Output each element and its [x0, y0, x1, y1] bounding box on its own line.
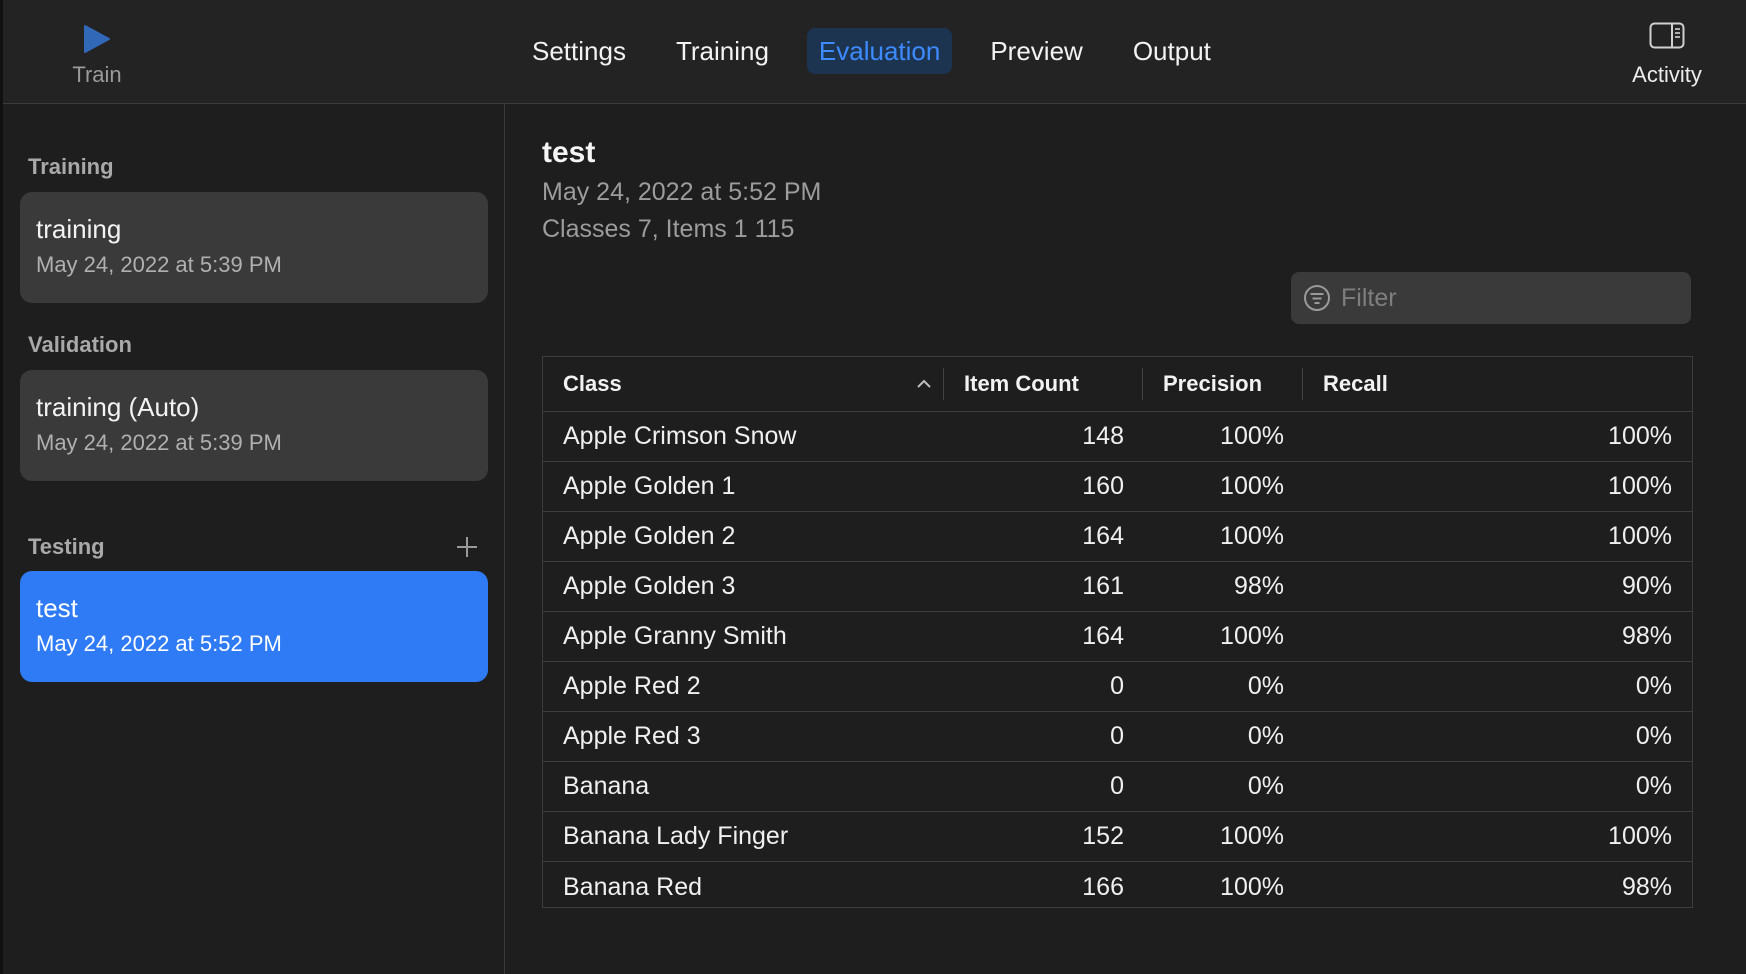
add-testing-data-button[interactable] [452, 532, 482, 562]
cell-item-count: 164 [1082, 522, 1124, 550]
cell-class: Apple Golden 2 [563, 522, 736, 550]
cell-item-count: 161 [1082, 572, 1124, 600]
evaluation-date: May 24, 2022 at 5:52 PM [542, 178, 822, 206]
cell-precision: 100% [1220, 472, 1284, 500]
column-header-item-count[interactable]: Item Count [943, 368, 1142, 400]
table-row[interactable]: Apple Golden 1 160 100% 100% [543, 462, 1692, 512]
cell-recall: 100% [1608, 522, 1672, 550]
section-header-validation: Validation [28, 332, 132, 357]
play-icon [84, 25, 110, 53]
tab-training[interactable]: Training [664, 28, 781, 74]
cell-precision: 0% [1247, 722, 1284, 750]
sidebar-item-date: May 24, 2022 at 5:52 PM [36, 631, 282, 656]
column-header-recall[interactable]: Recall [1302, 368, 1692, 400]
results-table: Class Item Count Precision Recall Apple … [542, 356, 1693, 908]
cell-item-count: 148 [1082, 422, 1124, 450]
cell-precision: 0% [1247, 772, 1284, 800]
toolbar: Train Settings Training Evaluation Previ… [0, 0, 1746, 104]
cell-precision: 100% [1220, 422, 1284, 450]
cell-recall: 90% [1621, 572, 1672, 600]
tab-bar: Settings Training Evaluation Preview Out… [520, 28, 1249, 74]
filter-icon [1304, 285, 1330, 311]
cell-item-count: 152 [1082, 822, 1124, 850]
cell-recall: 100% [1608, 472, 1672, 500]
cell-item-count: 160 [1082, 472, 1124, 500]
cell-item-count: 0 [1110, 672, 1124, 700]
table-row[interactable]: Apple Granny Smith 164 100% 98% [543, 612, 1692, 662]
evaluation-summary: Classes 7, Items 1 115 [542, 215, 795, 243]
cell-recall: 100% [1608, 422, 1672, 450]
cell-precision: 98% [1233, 572, 1284, 600]
tab-evaluation[interactable]: Evaluation [806, 28, 953, 74]
sidebar-item-date: May 24, 2022 at 5:39 PM [36, 252, 282, 277]
cell-precision: 100% [1220, 522, 1284, 550]
cell-class: Banana Red [563, 872, 703, 901]
sidebar-item-title: training (Auto) [36, 392, 200, 422]
table-row[interactable]: Banana Lady Finger 152 100% 100% [543, 812, 1692, 862]
cell-class: Apple Crimson Snow [563, 422, 797, 450]
app-window: Train Settings Training Evaluation Previ… [0, 0, 1746, 974]
cell-class: Apple Golden 1 [563, 472, 736, 500]
train-label: Train [72, 62, 122, 87]
tab-output[interactable]: Output [1121, 28, 1223, 74]
page-title: test [542, 136, 596, 169]
column-header-precision[interactable]: Precision [1142, 368, 1302, 400]
cell-recall: 98% [1621, 872, 1672, 901]
table-row[interactable]: Apple Golden 3 161 98% 90% [543, 562, 1692, 612]
table-row[interactable]: Apple Crimson Snow 148 100% 100% [543, 412, 1692, 462]
column-header-label: Class [563, 371, 622, 396]
sidebar: Training training May 24, 2022 at 5:39 P… [0, 0, 505, 974]
train-button[interactable]: Train [60, 18, 134, 94]
sidebar-item-test[interactable]: test May 24, 2022 at 5:52 PM [20, 571, 488, 682]
cell-recall: 0% [1635, 722, 1672, 750]
cell-precision: 0% [1247, 672, 1284, 700]
filter-input[interactable] [1339, 282, 1691, 314]
sidebar-item-title: training [36, 214, 122, 244]
sidebar-toggle-icon [1649, 22, 1685, 49]
sidebar-item-title: test [36, 593, 78, 623]
tab-preview[interactable]: Preview [978, 28, 1094, 74]
table-row[interactable]: Apple Red 2 0 0% 0% [543, 662, 1692, 712]
cell-class: Apple Red 3 [563, 722, 701, 750]
cell-class: Banana Lady Finger [563, 822, 789, 850]
activity-label: Activity [1632, 62, 1702, 87]
cell-item-count: 164 [1082, 622, 1124, 650]
cell-item-count: 0 [1110, 722, 1124, 750]
plus-icon [457, 537, 477, 557]
cell-class: Apple Granny Smith [563, 622, 787, 650]
table-row[interactable]: Banana Red 166 100% 98% [543, 862, 1692, 912]
table-header: Class Item Count Precision Recall [543, 357, 1692, 412]
cell-recall: 100% [1608, 822, 1672, 850]
cell-precision: 100% [1220, 622, 1284, 650]
table-row[interactable]: Apple Golden 2 164 100% 100% [543, 512, 1692, 562]
section-header-testing: Testing [28, 534, 105, 559]
cell-item-count: 166 [1082, 872, 1124, 901]
cell-recall: 0% [1635, 772, 1672, 800]
section-header-training: Training [28, 154, 114, 179]
cell-recall: 98% [1621, 622, 1672, 650]
sidebar-item-date: May 24, 2022 at 5:39 PM [36, 430, 282, 455]
filter-field[interactable] [1291, 272, 1691, 324]
evaluation-panel: test May 24, 2022 at 5:52 PM Classes 7, … [505, 104, 1746, 974]
table-row[interactable]: Apple Red 3 0 0% 0% [543, 712, 1692, 762]
table-row[interactable]: Banana 0 0% 0% [543, 762, 1692, 812]
chevron-up-icon [917, 379, 931, 388]
column-header-class[interactable]: Class [543, 357, 943, 411]
cell-class: Apple Golden 3 [563, 572, 736, 600]
cell-item-count: 0 [1110, 772, 1124, 800]
cell-recall: 0% [1635, 672, 1672, 700]
cell-class: Apple Red 2 [563, 672, 701, 700]
tab-settings[interactable]: Settings [520, 28, 638, 74]
sidebar-item-training[interactable]: training May 24, 2022 at 5:39 PM [20, 192, 488, 303]
activity-button[interactable]: Activity [1610, 22, 1724, 96]
cell-precision: 100% [1220, 872, 1284, 901]
cell-precision: 100% [1220, 822, 1284, 850]
sidebar-item-validation[interactable]: training (Auto) May 24, 2022 at 5:39 PM [20, 370, 488, 481]
cell-class: Banana [563, 772, 650, 800]
